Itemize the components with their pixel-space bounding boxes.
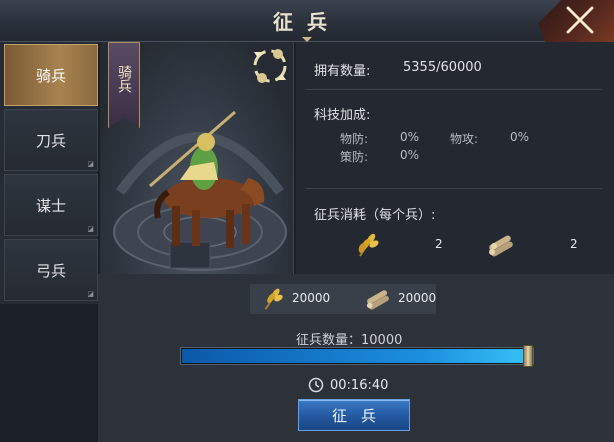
stat-label: 物攻: [450,132,479,146]
tab-label: 弓兵 [35,261,66,280]
tech-bonus-label: 科技加成: [314,108,371,123]
rotate-arrows-icon[interactable] [248,44,292,88]
divider [306,188,602,189]
slider-handle[interactable] [523,345,533,367]
wood-total-cost: 20000 [398,291,437,305]
recruit-time: 00:16:40 [330,377,389,393]
stat-label: 物防: [340,132,369,146]
unit-portrait: 骑兵 [100,42,294,274]
title-bar: 征兵 [0,0,614,42]
tab-archer[interactable]: 弓兵 ◪ [4,239,98,301]
cost-per-unit-label: 征兵消耗（每个兵）: [314,208,436,223]
tab-corner-icon: ◪ [87,225,94,233]
recruit-button[interactable]: 征兵 [298,399,410,431]
slider-fill [182,349,526,363]
divider [306,89,602,90]
owned-label: 拥有数量: [314,64,371,79]
tab-corner-icon: ◪ [87,290,94,298]
wood-icon [489,235,513,257]
stat-value: 0% [400,130,420,144]
tab-corner-icon: ◪ [87,160,94,168]
grain-total-cost: 20000 [292,291,331,305]
clock-icon [308,377,324,393]
stat-value: 0% [510,130,530,144]
tab-blade[interactable]: 刀兵 ◪ [4,109,98,171]
tab-label: 谋士 [35,196,66,215]
unit-name-banner: 骑兵 [108,42,140,128]
window-title: 征兵 [273,10,341,34]
grain-cost-per-unit: 2 [435,237,443,251]
wood-cost-per-unit: 2 [570,237,578,251]
recruit-timer: 00:16:40 [308,374,404,396]
tab-label: 刀兵 [35,131,66,150]
close-icon[interactable] [564,4,596,36]
unit-type-tabs: 骑兵 刀兵 ◪ 谋士 ◪ 弓兵 ◪ [0,42,98,304]
tab-strategist[interactable]: 谋士 ◪ [4,174,98,236]
wood-icon [366,290,389,310]
stat-label: 策防: [340,150,369,164]
recruit-count-slider[interactable] [180,345,534,367]
tab-cavalry[interactable]: 骑兵 [4,44,98,106]
recruit-count-label: 征兵数量：10000 [296,333,403,348]
stat-value: 0% [400,148,420,162]
grain-icon [358,233,379,257]
total-cost-bar: 20000 20000 [250,284,436,314]
owned-value: 5355/60000 [403,60,482,75]
cavalry-unit-icon [149,110,265,248]
unit-info-panel: 拥有数量: 5355/60000 科技加成: 物防: 0% 物攻: 0% 策防:… [296,42,614,274]
grain-icon [264,288,283,310]
tab-label: 骑兵 [35,66,66,85]
